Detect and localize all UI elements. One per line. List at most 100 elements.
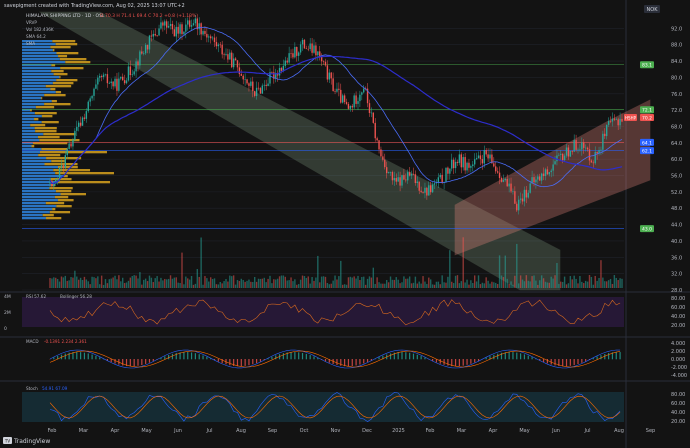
volume-bar xyxy=(152,282,155,288)
volume-bar xyxy=(194,283,197,288)
volume-bar xyxy=(179,283,181,288)
candle-body xyxy=(341,95,344,103)
volume-profile-bar xyxy=(22,196,55,199)
candle-body xyxy=(521,198,524,202)
volume-bar xyxy=(481,282,484,288)
candle-body xyxy=(110,81,112,84)
stoch-tick: 60.00 xyxy=(671,401,685,407)
volume-bar xyxy=(561,281,564,288)
candle-body xyxy=(319,51,321,56)
candle-body xyxy=(265,84,267,87)
volume-bar xyxy=(387,282,390,288)
volume-profile-bar xyxy=(22,58,60,61)
created-by-text: savepigment created with TradingView.com… xyxy=(4,3,185,9)
candle-body xyxy=(588,149,591,161)
volume-profile-bar xyxy=(22,145,32,148)
rsi-legend: RSI 57.62 xyxy=(26,294,46,299)
macd-histogram-bar xyxy=(585,359,587,362)
volume-bar xyxy=(441,275,443,288)
candle-body xyxy=(217,44,220,47)
candle-body xyxy=(584,147,587,149)
volume-profile-bar xyxy=(22,55,59,58)
volume-bar xyxy=(211,279,214,288)
volume-profile-bar xyxy=(22,70,52,73)
candle-body xyxy=(485,150,487,155)
volume-bar xyxy=(198,276,200,288)
volume-bar xyxy=(217,284,220,288)
candle-body xyxy=(175,26,177,37)
volume-bar xyxy=(121,277,124,288)
volume-bar xyxy=(77,279,80,288)
candle-body xyxy=(519,198,522,200)
volume-profile-bar xyxy=(38,154,61,157)
macd-histogram-bar xyxy=(454,359,457,367)
volume-bar xyxy=(150,277,153,288)
candle-body xyxy=(561,153,564,161)
candle-body xyxy=(317,51,319,56)
volume-bar xyxy=(62,277,65,288)
volume-bar xyxy=(148,275,151,288)
candle-body xyxy=(602,133,604,150)
candle-body xyxy=(382,156,384,160)
volume-profile-bar xyxy=(57,181,110,184)
candle-body xyxy=(294,46,296,58)
candle-body xyxy=(225,54,227,55)
candle-body xyxy=(85,111,88,119)
macd-histogram-bar xyxy=(252,359,254,365)
volume-bar xyxy=(539,280,541,288)
volume-bar xyxy=(204,276,206,288)
volume-profile-bar xyxy=(35,106,55,109)
volume-bar xyxy=(278,276,281,288)
candle-body xyxy=(374,122,376,139)
volume-bar xyxy=(605,281,608,288)
candle-body xyxy=(441,174,443,183)
volume-profile-bar xyxy=(30,124,46,127)
volume-bar xyxy=(349,276,352,288)
volume-bar xyxy=(472,283,474,288)
trading-chart[interactable]: 92.0 88.0 84.0 80.0 76.0 72.0 68.0 64.0 60.0 56.0… xyxy=(0,0,690,448)
volume-profile-bar xyxy=(59,58,87,61)
price-label: 43.0 xyxy=(642,227,652,233)
volume-bar xyxy=(288,280,290,288)
volume-profile-bar xyxy=(22,211,50,214)
macd-histogram-bar xyxy=(581,359,583,363)
candle-body xyxy=(565,147,568,156)
volume-bar xyxy=(468,284,470,288)
volume-bar xyxy=(429,279,432,288)
macd-histogram-bar xyxy=(363,359,365,364)
volume-bar xyxy=(477,275,480,288)
legend-quote: O 70.3 H 71.4 L 69.4 C 70.2 +0.8 (+1.13%… xyxy=(100,13,198,19)
volume-bar xyxy=(412,282,415,288)
candle-body xyxy=(87,101,89,112)
candle-body xyxy=(481,159,484,164)
candle-body xyxy=(330,72,332,79)
macd-histogram-bar xyxy=(95,355,97,360)
candle-body xyxy=(290,53,292,54)
volume-profile-bar xyxy=(55,91,62,94)
candle-body xyxy=(512,191,514,192)
macd-histogram-bar xyxy=(122,359,124,366)
volume-profile-bar xyxy=(49,187,73,190)
macd-histogram-bar xyxy=(474,359,476,363)
volume-bar xyxy=(531,276,533,288)
volume-profile-bar xyxy=(60,67,84,70)
candle-body xyxy=(91,95,93,99)
volume-bar xyxy=(297,284,300,288)
volume-bar xyxy=(569,276,572,288)
volume-profile-bar xyxy=(51,100,57,103)
candle-body xyxy=(529,183,531,193)
last-price-symbol: HSHP xyxy=(625,115,637,120)
macd-histogram-bar xyxy=(401,352,403,360)
macd-histogram-bar xyxy=(409,352,411,360)
volume-profile-bar xyxy=(22,100,52,103)
volume-profile-bar xyxy=(34,127,57,130)
volume-bar xyxy=(114,275,116,288)
candle-body xyxy=(569,150,572,157)
volume-bar xyxy=(225,279,227,288)
volume-bar xyxy=(185,276,187,288)
volume-bar xyxy=(579,276,581,288)
macd-histogram-bar xyxy=(240,359,242,367)
candle-body xyxy=(387,172,390,174)
volume-bar xyxy=(397,279,399,288)
time-axis-tick: Aug xyxy=(614,428,624,434)
